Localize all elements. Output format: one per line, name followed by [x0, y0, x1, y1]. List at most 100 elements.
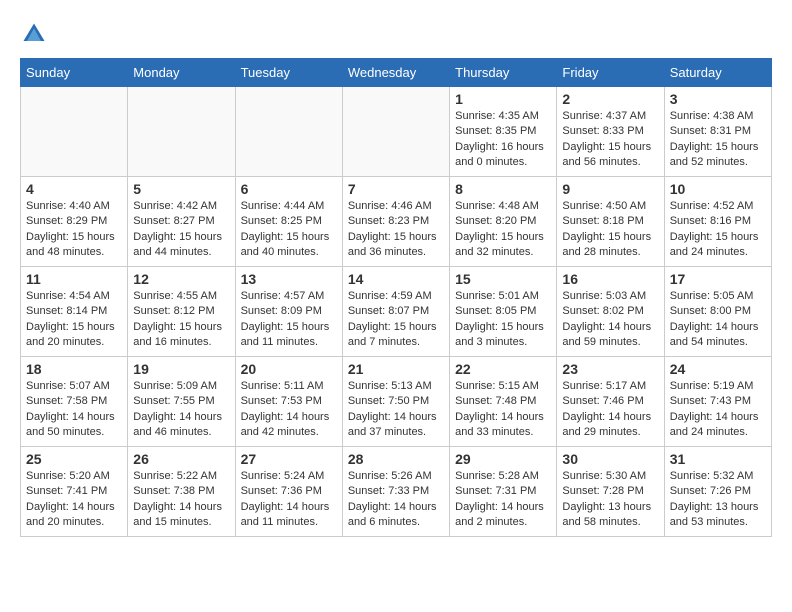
calendar-cell: 4 Sunrise: 4:40 AM Sunset: 8:29 PM Daylig…: [21, 177, 128, 267]
calendar-cell: 17 Sunrise: 5:05 AM Sunset: 8:00 PM Dayli…: [664, 267, 771, 357]
day-info: Sunrise: 5:07 AM Sunset: 7:58 PM Dayligh…: [26, 379, 122, 441]
day-info: Sunrise: 5:09 AM Sunset: 7:55 PM Dayligh…: [133, 379, 229, 441]
day-number: 27: [241, 451, 337, 467]
day-number: 3: [670, 91, 766, 107]
day-header-tuesday: Tuesday: [235, 59, 342, 87]
calendar-cell: 5 Sunrise: 4:42 AM Sunset: 8:27 PM Daylig…: [128, 177, 235, 267]
week-row-5: 25 Sunrise: 5:20 AM Sunset: 7:41 PM Dayli…: [21, 447, 772, 537]
day-header-sunday: Sunday: [21, 59, 128, 87]
calendar-cell: 2 Sunrise: 4:37 AM Sunset: 8:33 PM Daylig…: [557, 87, 664, 177]
day-header-row: SundayMondayTuesdayWednesdayThursdayFrid…: [21, 59, 772, 87]
day-info: Sunrise: 4:35 AM Sunset: 8:35 PM Dayligh…: [455, 109, 551, 171]
calendar-cell: 12 Sunrise: 4:55 AM Sunset: 8:12 PM Dayli…: [128, 267, 235, 357]
calendar-cell: 3 Sunrise: 4:38 AM Sunset: 8:31 PM Daylig…: [664, 87, 771, 177]
day-number: 2: [562, 91, 658, 107]
day-number: 11: [26, 271, 122, 287]
day-info: Sunrise: 4:50 AM Sunset: 8:18 PM Dayligh…: [562, 199, 658, 261]
day-info: Sunrise: 4:57 AM Sunset: 8:09 PM Dayligh…: [241, 289, 337, 351]
calendar-cell: [128, 87, 235, 177]
day-info: Sunrise: 5:30 AM Sunset: 7:28 PM Dayligh…: [562, 469, 658, 531]
day-number: 12: [133, 271, 229, 287]
calendar-cell: 25 Sunrise: 5:20 AM Sunset: 7:41 PM Dayli…: [21, 447, 128, 537]
calendar-cell: [235, 87, 342, 177]
calendar-cell: 16 Sunrise: 5:03 AM Sunset: 8:02 PM Dayli…: [557, 267, 664, 357]
logo-icon: [20, 20, 48, 48]
day-info: Sunrise: 4:38 AM Sunset: 8:31 PM Dayligh…: [670, 109, 766, 171]
day-info: Sunrise: 5:20 AM Sunset: 7:41 PM Dayligh…: [26, 469, 122, 531]
calendar-cell: [21, 87, 128, 177]
day-number: 17: [670, 271, 766, 287]
day-number: 28: [348, 451, 444, 467]
week-row-4: 18 Sunrise: 5:07 AM Sunset: 7:58 PM Dayli…: [21, 357, 772, 447]
calendar-cell: 19Sunrise: 5:09 AM Sunset: 7:55 PM Dayli…: [128, 357, 235, 447]
day-number: 31: [670, 451, 766, 467]
day-number: 8: [455, 181, 551, 197]
day-info: Sunrise: 4:59 AM Sunset: 8:07 PM Dayligh…: [348, 289, 444, 351]
calendar-cell: 23 Sunrise: 5:17 AM Sunset: 7:46 PM Dayli…: [557, 357, 664, 447]
day-number: 10: [670, 181, 766, 197]
calendar-cell: 21 Sunrise: 5:13 AM Sunset: 7:50 PM Dayli…: [342, 357, 449, 447]
day-number: 7: [348, 181, 444, 197]
day-number: 18: [26, 361, 122, 377]
day-info: Sunrise: 5:17 AM Sunset: 7:46 PM Dayligh…: [562, 379, 658, 441]
calendar-cell: 9 Sunrise: 4:50 AM Sunset: 8:18 PM Daylig…: [557, 177, 664, 267]
week-row-2: 4 Sunrise: 4:40 AM Sunset: 8:29 PM Daylig…: [21, 177, 772, 267]
day-number: 14: [348, 271, 444, 287]
day-number: 30: [562, 451, 658, 467]
day-info: Sunrise: 5:11 AM Sunset: 7:53 PM Dayligh…: [241, 379, 337, 441]
calendar-cell: 1 Sunrise: 4:35 AM Sunset: 8:35 PM Daylig…: [450, 87, 557, 177]
day-number: 4: [26, 181, 122, 197]
calendar-cell: 22 Sunrise: 5:15 AM Sunset: 7:48 PM Dayli…: [450, 357, 557, 447]
day-info: Sunrise: 4:42 AM Sunset: 8:27 PM Dayligh…: [133, 199, 229, 261]
calendar-cell: 10 Sunrise: 4:52 AM Sunset: 8:16 PM Dayli…: [664, 177, 771, 267]
day-info: Sunrise: 5:01 AM Sunset: 8:05 PM Dayligh…: [455, 289, 551, 351]
day-info: Sunrise: 5:19 AM Sunset: 7:43 PM Dayligh…: [670, 379, 766, 441]
day-number: 24: [670, 361, 766, 377]
calendar-cell: 29 Sunrise: 5:28 AM Sunset: 7:31 PM Dayli…: [450, 447, 557, 537]
day-number: 23: [562, 361, 658, 377]
calendar-cell: 18 Sunrise: 5:07 AM Sunset: 7:58 PM Dayli…: [21, 357, 128, 447]
day-number: 9: [562, 181, 658, 197]
calendar-cell: 8 Sunrise: 4:48 AM Sunset: 8:20 PM Daylig…: [450, 177, 557, 267]
calendar-cell: [342, 87, 449, 177]
day-header-wednesday: Wednesday: [342, 59, 449, 87]
day-info: Sunrise: 4:55 AM Sunset: 8:12 PM Dayligh…: [133, 289, 229, 351]
day-info: Sunrise: 4:40 AM Sunset: 8:29 PM Dayligh…: [26, 199, 122, 261]
day-info: Sunrise: 5:13 AM Sunset: 7:50 PM Dayligh…: [348, 379, 444, 441]
week-row-1: 1 Sunrise: 4:35 AM Sunset: 8:35 PM Daylig…: [21, 87, 772, 177]
day-number: 6: [241, 181, 337, 197]
day-number: 25: [26, 451, 122, 467]
day-info: Sunrise: 5:26 AM Sunset: 7:33 PM Dayligh…: [348, 469, 444, 531]
logo: [20, 20, 52, 48]
day-number: 22: [455, 361, 551, 377]
calendar-cell: 15Sunrise: 5:01 AM Sunset: 8:05 PM Dayli…: [450, 267, 557, 357]
calendar-cell: 28 Sunrise: 5:26 AM Sunset: 7:33 PM Dayli…: [342, 447, 449, 537]
day-number: 5: [133, 181, 229, 197]
day-number: 20: [241, 361, 337, 377]
day-number: 21: [348, 361, 444, 377]
day-info: Sunrise: 4:48 AM Sunset: 8:20 PM Dayligh…: [455, 199, 551, 261]
day-number: 13: [241, 271, 337, 287]
calendar-cell: 7 Sunrise: 4:46 AM Sunset: 8:23 PM Daylig…: [342, 177, 449, 267]
day-info: Sunrise: 4:54 AM Sunset: 8:14 PM Dayligh…: [26, 289, 122, 351]
day-number: 1: [455, 91, 551, 107]
day-info: Sunrise: 5:05 AM Sunset: 8:00 PM Dayligh…: [670, 289, 766, 351]
calendar-cell: 13 Sunrise: 4:57 AM Sunset: 8:09 PM Dayli…: [235, 267, 342, 357]
day-info: Sunrise: 5:03 AM Sunset: 8:02 PM Dayligh…: [562, 289, 658, 351]
day-info: Sunrise: 5:28 AM Sunset: 7:31 PM Dayligh…: [455, 469, 551, 531]
day-number: 29: [455, 451, 551, 467]
day-info: Sunrise: 5:15 AM Sunset: 7:48 PM Dayligh…: [455, 379, 551, 441]
day-info: Sunrise: 4:37 AM Sunset: 8:33 PM Dayligh…: [562, 109, 658, 171]
day-number: 16: [562, 271, 658, 287]
day-info: Sunrise: 4:46 AM Sunset: 8:23 PM Dayligh…: [348, 199, 444, 261]
day-info: Sunrise: 4:52 AM Sunset: 8:16 PM Dayligh…: [670, 199, 766, 261]
calendar-cell: 30 Sunrise: 5:30 AM Sunset: 7:28 PM Dayli…: [557, 447, 664, 537]
day-header-friday: Friday: [557, 59, 664, 87]
day-info: Sunrise: 5:32 AM Sunset: 7:26 PM Dayligh…: [670, 469, 766, 531]
day-header-saturday: Saturday: [664, 59, 771, 87]
day-info: Sunrise: 5:22 AM Sunset: 7:38 PM Dayligh…: [133, 469, 229, 531]
day-info: Sunrise: 4:44 AM Sunset: 8:25 PM Dayligh…: [241, 199, 337, 261]
page-header: [20, 20, 772, 48]
day-info: Sunrise: 5:24 AM Sunset: 7:36 PM Dayligh…: [241, 469, 337, 531]
day-number: 26: [133, 451, 229, 467]
